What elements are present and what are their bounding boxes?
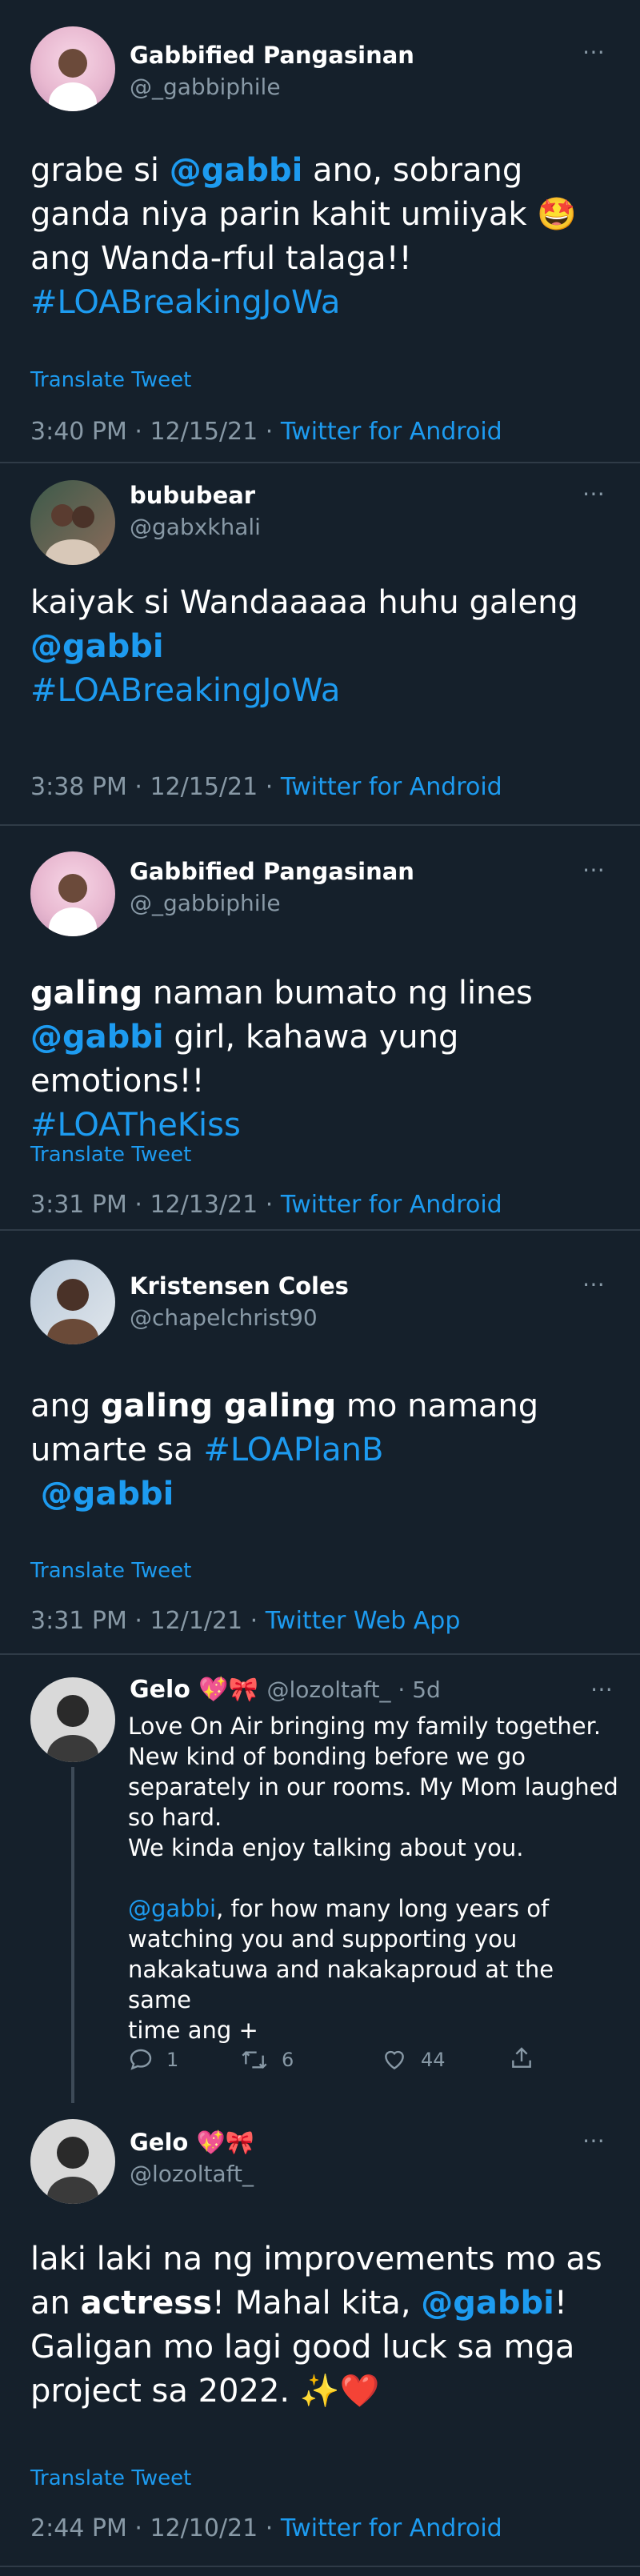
like-action[interactable]: 44 <box>381 2047 446 2073</box>
tweet-timestamp[interactable]: 3:40 PM · 12/15/21 · Twitter for Android <box>30 418 502 446</box>
username[interactable]: @gabxkhali <box>130 514 261 540</box>
mention-link[interactable]: @gabbi <box>170 152 303 189</box>
tweet-text: grabe si @gabbi ano, sobrang ganda niya … <box>30 152 578 321</box>
translate-tweet-link[interactable]: Translate Tweet <box>30 1143 191 1167</box>
more-options-icon[interactable]: ⋯ <box>582 2127 606 2153</box>
tweet-source-app[interactable]: Twitter for Android <box>281 2514 502 2542</box>
avatar[interactable] <box>30 2119 115 2204</box>
mention-link[interactable]: @gabbi <box>128 1895 216 1922</box>
emoji-sparkles-heart: ✨❤️ <box>299 2373 380 2410</box>
tweet-timestamp[interactable]: 3:31 PM · 12/1/21 · Twitter Web App <box>30 1607 460 1635</box>
mention-link[interactable]: @gabbi <box>30 1019 164 1056</box>
tweet-1[interactable]: Gabbified Pangasinan @_gabbiphile ⋯ grab… <box>0 0 640 464</box>
hashtag-link[interactable]: #LOABreakingJoWa <box>30 284 340 321</box>
tweet-text: laki laki na ng improvements mo as an ac… <box>30 2241 602 2410</box>
retweet-action[interactable]: 6 <box>240 2047 294 2073</box>
more-options-icon[interactable]: ⋯ <box>582 480 606 507</box>
more-options-icon[interactable]: ⋯ <box>590 1676 614 1702</box>
reply-action[interactable]: 1 <box>128 2047 178 2073</box>
more-options-icon[interactable]: ⋯ <box>582 856 606 883</box>
tweet-text: ang galing galing mo namang umarte sa #L… <box>30 1388 539 1512</box>
translate-tweet-link[interactable]: Translate Tweet <box>30 368 191 392</box>
username[interactable]: @chapelchrist90 <box>130 1304 318 1331</box>
mention-link[interactable]: @gabbi <box>41 1476 174 1512</box>
heart-icon <box>385 2050 404 2070</box>
reply-icon <box>130 2049 152 2070</box>
like-count: 44 <box>421 2049 446 2071</box>
display-name[interactable]: Gelo 💖🎀 @lozoltaft_ · 5d <box>130 1676 441 1704</box>
reply-count: 1 <box>166 2049 179 2071</box>
tweet-2[interactable]: bububear @gabxkhali ⋯ kaiyak si Wandaaaa… <box>0 464 640 816</box>
username[interactable]: @_gabbiphile <box>130 74 281 100</box>
hashtag-link[interactable]: #LOABreakingJoWa <box>30 672 340 709</box>
avatar-image <box>46 504 100 565</box>
mention-link[interactable]: @gabbi <box>421 2285 554 2322</box>
avatar-image <box>47 1279 98 1344</box>
tweet-5[interactable]: Gelo 💖🎀 @lozoltaft_ ⋯ laki laki na ng im… <box>0 2106 640 2576</box>
reply-context-tweet[interactable]: Gelo 💖🎀 @lozoltaft_ · 5d ⋯ Love On Air b… <box>0 1655 640 2103</box>
tweet-text: galing naman bumato ng lines @gabbi girl… <box>30 975 533 1144</box>
tweet-source-app[interactable]: Twitter Web App <box>266 1607 461 1635</box>
tweet-4[interactable]: Kristensen Coles @chapelchrist90 ⋯ ang g… <box>0 1231 640 1655</box>
avatar-image <box>49 49 97 111</box>
tweet-timestamp[interactable]: 2:44 PM · 12/10/21 · Twitter for Android <box>30 2514 502 2542</box>
avatar-image <box>47 1695 98 1762</box>
tweet-source-app[interactable]: Twitter for Android <box>281 773 502 801</box>
share-action[interactable] <box>509 2045 534 2071</box>
hashtag-link[interactable]: #LOATheKiss <box>30 1107 241 1144</box>
display-name[interactable]: bububear <box>130 482 255 509</box>
username[interactable]: @_gabbiphile <box>130 890 281 916</box>
name-emoji: 💖🎀 <box>196 2129 254 2156</box>
translate-tweet-link[interactable]: Translate Tweet <box>30 2466 191 2490</box>
emoji-star-struck: 🤩 <box>537 196 578 233</box>
tweet-source-app[interactable]: Twitter for Android <box>281 1191 502 1219</box>
divider <box>0 2566 640 2567</box>
display-name[interactable]: Kristensen Coles <box>130 1272 349 1300</box>
tweet-timestamp[interactable]: 3:31 PM · 12/13/21 · Twitter for Android <box>30 1191 502 1219</box>
name-emoji: 💖🎀 <box>198 1676 259 1704</box>
more-options-icon[interactable]: ⋯ <box>582 1271 606 1297</box>
tweet-text: Love On Air bringing my family together.… <box>128 1713 618 2044</box>
avatar[interactable] <box>30 480 115 565</box>
display-name[interactable]: Gabbified Pangasinan <box>130 858 414 885</box>
avatar[interactable] <box>30 1260 115 1344</box>
avatar[interactable] <box>30 1677 115 1762</box>
tweet-timestamp[interactable]: 3:38 PM · 12/15/21 · Twitter for Android <box>30 773 502 801</box>
tweet-text: kaiyak si Wandaaaaa huhu galeng @gabbi #L… <box>30 584 578 709</box>
tweet-source-app[interactable]: Twitter for Android <box>281 418 502 446</box>
hashtag-link[interactable]: #LOAPlanB <box>203 1432 383 1468</box>
mention-link[interactable]: @gabbi <box>30 628 164 665</box>
more-options-icon[interactable]: ⋯ <box>582 38 606 65</box>
tweet-3[interactable]: Gabbified Pangasinan @_gabbiphile ⋯ gali… <box>0 826 640 1230</box>
share-icon <box>512 2047 531 2068</box>
retweet-count: 6 <box>282 2049 294 2071</box>
username[interactable]: @lozoltaft_ <box>130 2161 254 2187</box>
avatar-image <box>49 874 97 936</box>
avatar-image <box>47 2137 98 2204</box>
avatar[interactable] <box>30 851 115 936</box>
divider <box>0 462 640 463</box>
translate-tweet-link[interactable]: Translate Tweet <box>30 1559 191 1583</box>
avatar[interactable] <box>30 26 115 111</box>
retweet-icon <box>242 2050 267 2069</box>
thread-connector-line <box>71 1767 74 2103</box>
display-name[interactable]: Gelo 💖🎀 <box>130 2129 254 2157</box>
display-name[interactable]: Gabbified Pangasinan <box>130 42 414 69</box>
